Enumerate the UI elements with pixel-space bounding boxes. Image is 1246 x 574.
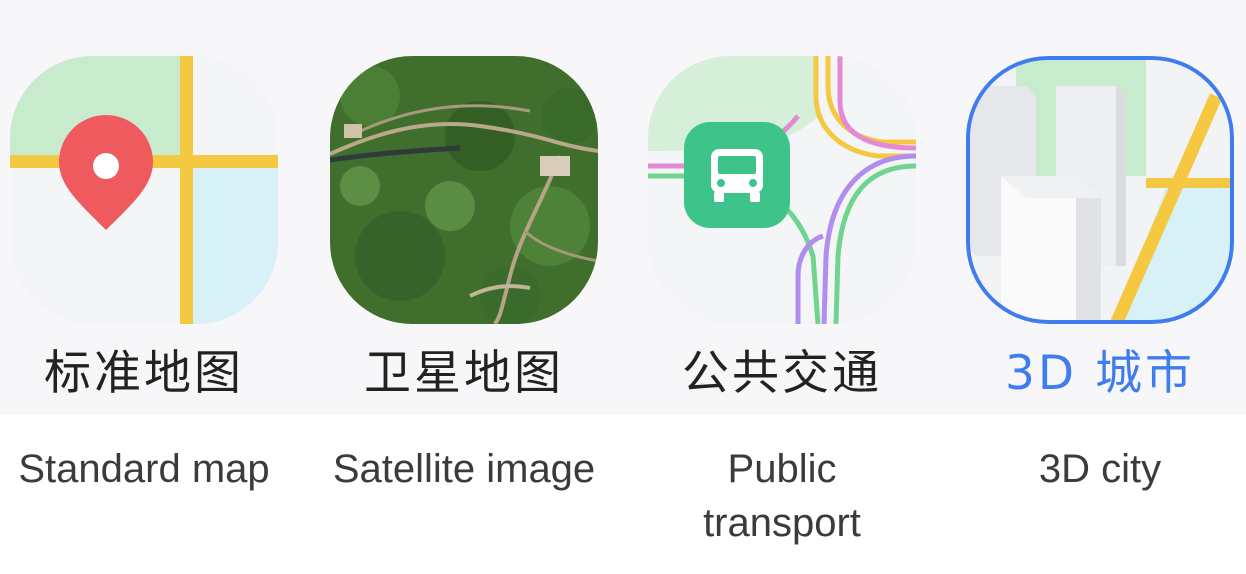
map-type-label-cn: 卫星地图 — [364, 346, 564, 401]
map-type-label-en: Satellite image — [332, 447, 596, 491]
map-type-label-cn: 3D 城市 — [1004, 346, 1196, 401]
standard-map-thumbnail[interactable] — [10, 56, 278, 324]
satellite-map-thumbnail[interactable] — [330, 56, 598, 324]
map-type-label-en: Standard map — [18, 447, 270, 491]
map-type-satellite[interactable]: 卫星地图 Satellite image — [330, 0, 630, 574]
3d-city-map-thumbnail[interactable] — [966, 56, 1234, 324]
map-pin-icon — [10, 56, 278, 324]
map-type-label-en: 3D city — [1038, 447, 1162, 491]
map-type-standard[interactable]: 标准地图 Standard map — [10, 0, 310, 574]
satellite-image-icon — [330, 56, 598, 324]
map-type-label-cn: 标准地图 — [44, 346, 244, 401]
bus-icon — [648, 56, 916, 324]
map-type-label-cn: 公共交通 — [682, 346, 882, 401]
map-type-label-en: Public transport — [703, 447, 861, 545]
transit-map-thumbnail[interactable] — [648, 56, 916, 324]
map-type-3d-city[interactable]: 3D 城市 3D city — [966, 0, 1246, 574]
map-type-transit[interactable]: 公共交通 Public transport — [648, 0, 948, 574]
buildings-3d-icon — [966, 56, 1234, 324]
